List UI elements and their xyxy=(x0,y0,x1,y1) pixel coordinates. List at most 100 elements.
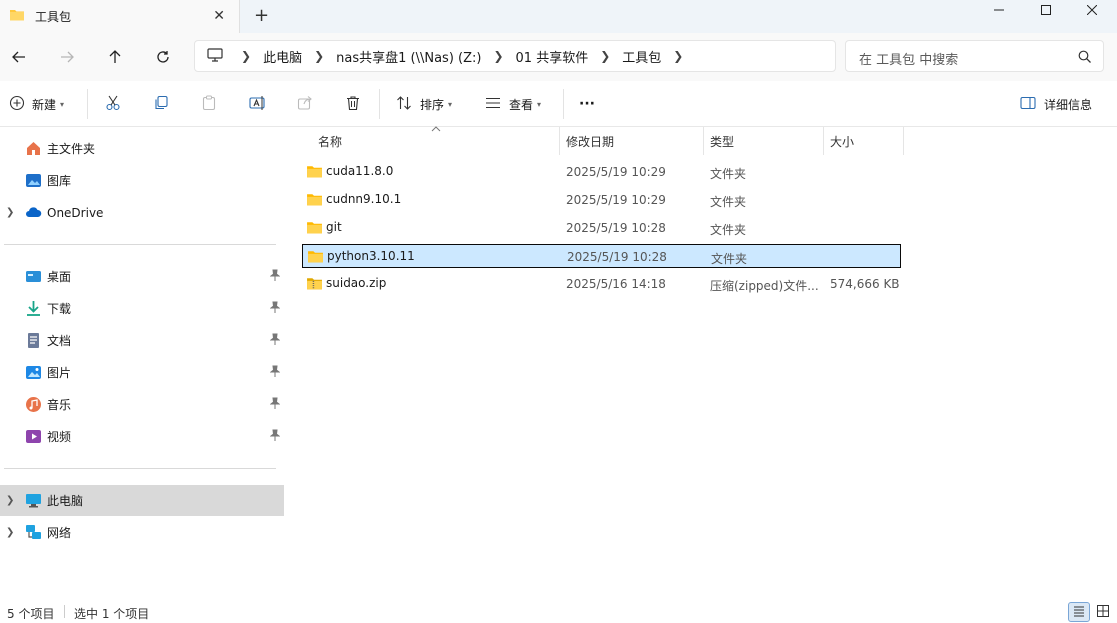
copy-button[interactable] xyxy=(153,93,169,115)
maximize-button[interactable] xyxy=(1023,0,1069,20)
chevron-right-icon[interactable]: ❯ xyxy=(600,49,610,63)
pin-icon[interactable] xyxy=(269,269,281,284)
file-row-selected[interactable]: python3.10.11 2025/5/19 10:28 文件夹 xyxy=(302,244,901,268)
chevron-right-icon[interactable]: ❯ xyxy=(6,495,14,506)
folder-icon xyxy=(9,8,25,25)
tiles-view-button[interactable] xyxy=(1092,602,1114,622)
pin-icon[interactable] xyxy=(269,397,281,412)
sort-icon xyxy=(396,95,412,114)
chevron-right-icon[interactable]: ❯ xyxy=(6,527,14,538)
view-button[interactable]: 查看 ▾ xyxy=(485,93,541,115)
sidebar-item-home[interactable]: 主文件夹 xyxy=(0,133,284,164)
address-bar[interactable]: ❯ 此电脑 ❯ nas共享盘1 (\\Nas) (Z:) ❯ 01 共享软件 ❯… xyxy=(194,40,836,72)
file-row[interactable]: git 2025/5/19 10:28 文件夹 xyxy=(302,216,901,240)
status-bar: 5 个项目 选中 1 个项目 xyxy=(0,600,1117,623)
chevron-right-icon[interactable]: ❯ xyxy=(6,207,14,218)
breadcrumb-nas-drive[interactable]: nas共享盘1 (\\Nas) (Z:) xyxy=(336,47,481,66)
sidebar-item-label: 主文件夹 xyxy=(47,142,96,156)
sidebar-item-pictures[interactable]: 图片 xyxy=(0,357,284,388)
refresh-button[interactable] xyxy=(149,43,177,71)
download-icon xyxy=(25,300,42,317)
toolbar-divider xyxy=(563,89,564,119)
column-divider[interactable] xyxy=(903,127,904,155)
folder-icon xyxy=(306,164,323,182)
close-tab-button[interactable]: ✕ xyxy=(213,8,225,24)
sidebar-item-downloads[interactable]: 下载 xyxy=(0,293,284,324)
pin-icon[interactable] xyxy=(269,301,281,316)
sidebar-item-label: OneDrive xyxy=(47,205,104,220)
trash-icon xyxy=(345,95,361,114)
tiles-view-icon xyxy=(1097,604,1109,620)
column-header-size[interactable]: 大小 xyxy=(830,127,854,155)
search-input[interactable]: 在 工具包 中搜索 xyxy=(845,40,1104,72)
column-header-modified[interactable]: 修改日期 xyxy=(566,127,614,155)
column-divider[interactable] xyxy=(703,127,704,155)
breadcrumb-toolkit[interactable]: 工具包 xyxy=(622,47,661,66)
folder-icon xyxy=(307,249,324,267)
sidebar-divider xyxy=(4,244,276,245)
command-bar: 新建 ▾ 排序 ▾ 查看 ▾ ··· 详细信息 xyxy=(0,81,1117,127)
sidebar-item-label: 下载 xyxy=(47,302,72,316)
sidebar-item-videos[interactable]: 视频 xyxy=(0,421,284,452)
column-divider[interactable] xyxy=(823,127,824,155)
gallery-icon xyxy=(25,172,42,189)
details-view-button[interactable] xyxy=(1068,602,1090,622)
view-label: 查看 xyxy=(509,97,534,112)
delete-button[interactable] xyxy=(345,93,361,115)
details-view-icon xyxy=(1073,605,1085,620)
share-button[interactable] xyxy=(297,93,313,115)
tab-toolkit[interactable]: 工具包 ✕ xyxy=(0,0,240,33)
file-row[interactable]: cudnn9.10.1 2025/5/19 10:29 文件夹 xyxy=(302,188,901,212)
rename-button[interactable] xyxy=(249,93,267,115)
chevron-right-icon[interactable]: ❯ xyxy=(241,49,251,63)
chevron-right-icon[interactable]: ❯ xyxy=(493,49,503,63)
sidebar-item-label: 图片 xyxy=(47,366,72,380)
sidebar-item-this-pc[interactable]: ❯ 此电脑 xyxy=(0,485,284,516)
close-window-button[interactable] xyxy=(1069,0,1115,20)
cut-button[interactable] xyxy=(105,93,121,115)
sidebar-item-network[interactable]: ❯ 网络 xyxy=(0,517,284,548)
sidebar-item-music[interactable]: 音乐 xyxy=(0,389,284,420)
back-button[interactable] xyxy=(5,43,33,71)
minimize-button[interactable] xyxy=(976,0,1022,20)
sidebar-item-documents[interactable]: 文档 xyxy=(0,325,284,356)
more-options-button[interactable]: ··· xyxy=(579,93,595,115)
file-type: 文件夹 xyxy=(710,195,747,209)
sidebar-item-gallery[interactable]: 图库 xyxy=(0,165,284,196)
new-tab-button[interactable]: + xyxy=(254,5,269,26)
search-icon[interactable] xyxy=(1078,50,1091,66)
column-header-type[interactable]: 类型 xyxy=(710,127,734,155)
scissors-icon xyxy=(105,95,121,114)
forward-button[interactable] xyxy=(53,43,81,71)
sidebar-item-label: 文档 xyxy=(47,334,72,348)
tab-title: 工具包 xyxy=(35,10,72,24)
column-header-name[interactable]: 名称 xyxy=(318,127,342,155)
plus-circle-icon xyxy=(9,95,25,114)
paste-button[interactable] xyxy=(201,93,217,115)
details-pane-button[interactable]: 详细信息 xyxy=(1020,93,1092,115)
sidebar-item-label: 视频 xyxy=(47,430,72,444)
navigation-bar: ❯ 此电脑 ❯ nas共享盘1 (\\Nas) (Z:) ❯ 01 共享软件 ❯… xyxy=(0,33,1117,81)
chevron-right-icon[interactable]: ❯ xyxy=(314,49,324,63)
new-button[interactable]: 新建 ▾ xyxy=(9,93,64,115)
pin-icon[interactable] xyxy=(269,429,281,444)
file-row[interactable]: cuda11.8.0 2025/5/19 10:29 文件夹 xyxy=(302,160,901,184)
sort-ascending-icon xyxy=(431,125,441,135)
pin-icon[interactable] xyxy=(269,365,281,380)
rename-icon xyxy=(249,95,267,114)
file-type: 文件夹 xyxy=(710,223,747,237)
breadcrumb-this-pc[interactable]: 此电脑 xyxy=(263,47,302,66)
sort-button[interactable]: 排序 ▾ xyxy=(396,93,452,115)
sidebar-item-onedrive[interactable]: ❯ OneDrive xyxy=(0,197,284,228)
up-button[interactable] xyxy=(101,43,129,71)
computer-icon xyxy=(25,492,42,509)
pin-icon[interactable] xyxy=(269,333,281,348)
sidebar-item-desktop[interactable]: 桌面 xyxy=(0,261,284,292)
column-divider[interactable] xyxy=(559,127,560,155)
file-row[interactable]: suidao.zip 2025/5/16 14:18 压缩(zipped)文件.… xyxy=(302,272,901,296)
home-icon xyxy=(25,140,42,157)
breadcrumb-shared-software[interactable]: 01 共享软件 xyxy=(516,47,589,66)
video-icon xyxy=(25,428,42,445)
sidebar-item-label: 音乐 xyxy=(47,398,72,412)
chevron-right-icon[interactable]: ❯ xyxy=(673,49,683,63)
